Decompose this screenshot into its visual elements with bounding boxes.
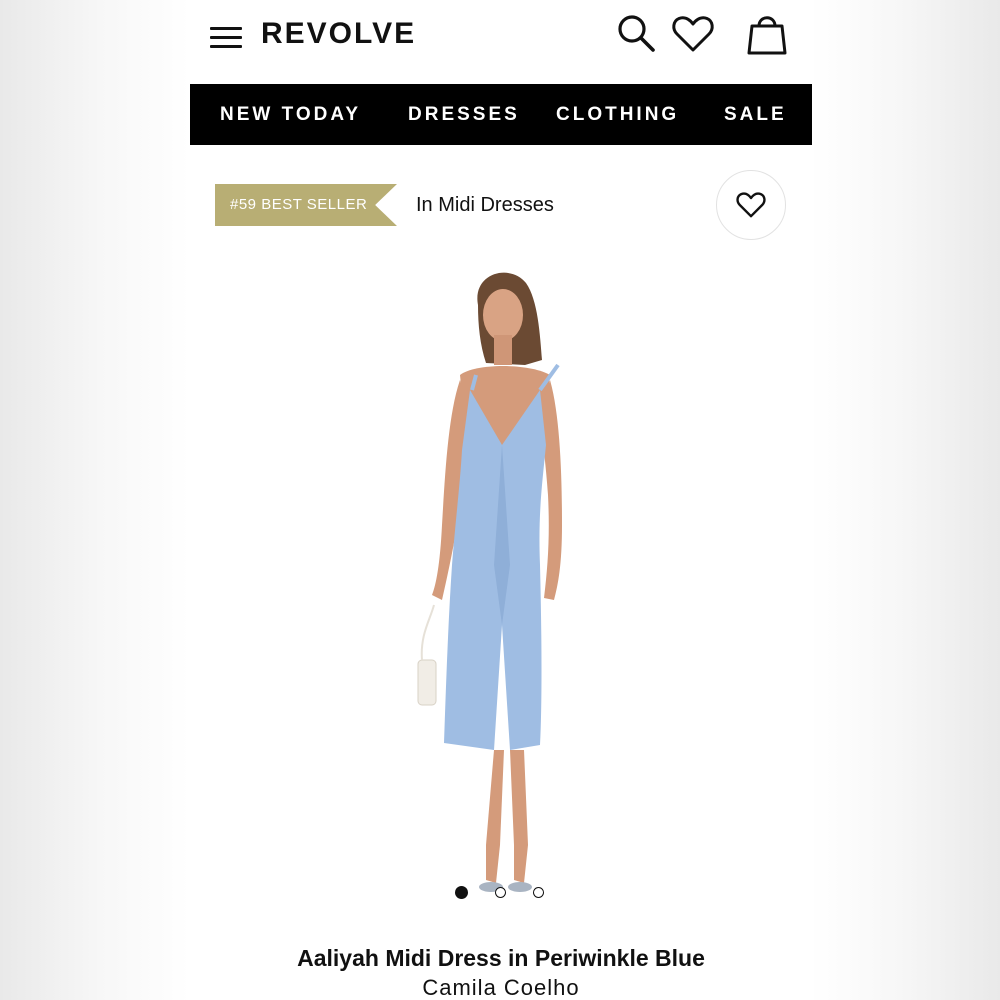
nav-dresses[interactable]: DRESSES xyxy=(408,84,520,145)
nav-clothing[interactable]: CLOTHING xyxy=(556,84,679,145)
heart-outline-icon xyxy=(736,192,766,218)
nav-new-today[interactable]: NEW TODAY xyxy=(220,84,361,145)
nav-sale[interactable]: SALE xyxy=(724,84,787,145)
carousel-dot-3[interactable] xyxy=(533,887,544,898)
site-logo[interactable]: REVOLVE xyxy=(261,14,416,54)
image-carousel-dots xyxy=(190,886,812,901)
search-icon[interactable] xyxy=(615,12,659,56)
heart-icon[interactable] xyxy=(671,14,715,54)
category-link[interactable]: In Midi Dresses xyxy=(416,190,554,220)
category-nav: NEW TODAY DRESSES CLOTHING SALE xyxy=(190,84,812,145)
product-page: REVOLVE NEW TODAY DRESSES CLOTHING SALE … xyxy=(190,0,812,1000)
product-image[interactable] xyxy=(390,265,610,915)
best-seller-badge: #59 BEST SELLER xyxy=(215,184,397,226)
bag-icon[interactable] xyxy=(745,11,789,57)
menu-icon[interactable] xyxy=(210,27,242,49)
best-seller-label: #59 BEST SELLER xyxy=(230,196,368,213)
carousel-dot-1[interactable] xyxy=(455,886,468,899)
carousel-dot-2[interactable] xyxy=(495,887,506,898)
add-to-wishlist-button[interactable] xyxy=(716,170,786,240)
product-brand[interactable]: Camila Coelho xyxy=(190,970,812,1000)
top-header: REVOLVE xyxy=(190,0,812,84)
